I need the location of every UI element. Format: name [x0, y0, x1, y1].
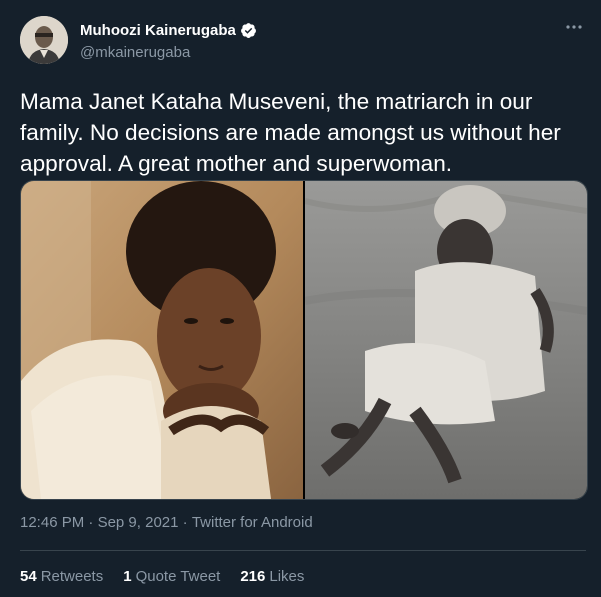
tweet-meta: 12:46 PM · Sep 9, 2021 · Twitter for And… [20, 514, 313, 531]
retweets-stat[interactable]: 54 Retweets [20, 568, 103, 585]
tweet-time[interactable]: 12:46 PM [20, 514, 84, 531]
quotes-label: Quote Tweet [135, 568, 221, 585]
retweets-count: 54 [20, 568, 37, 585]
tweet-source[interactable]: Twitter for Android [192, 514, 313, 531]
quotes-count: 1 [123, 568, 132, 585]
engagement-stats: 54 Retweets 1 Quote Tweet 216 Likes [20, 568, 304, 585]
more-options-icon[interactable] [563, 18, 585, 38]
likes-stat[interactable]: 216 Likes [240, 568, 304, 585]
retweets-label: Retweets [40, 568, 104, 585]
tweet-date[interactable]: Sep 9, 2021 [98, 514, 179, 531]
tweet-text: Mama Janet Kataha Museveni, the matriarc… [20, 89, 561, 176]
author-display-name[interactable]: Muhoozi Kainerugaba [80, 22, 236, 39]
divider [20, 550, 586, 551]
photo-seated-outdoors[interactable] [305, 181, 587, 499]
quote-tweets-stat[interactable]: 1 Quote Tweet [123, 568, 220, 585]
meta-separator: · [178, 514, 192, 531]
tweet: Muhoozi Kainerugaba @mkainerugaba Mama J… [0, 0, 601, 597]
photo-portrait[interactable] [21, 181, 303, 499]
verified-badge-icon [240, 22, 257, 39]
avatar[interactable] [20, 16, 68, 64]
likes-count: 216 [240, 568, 266, 585]
meta-separator: · [84, 514, 98, 531]
media-grid [20, 180, 588, 500]
author-name-row: Muhoozi Kainerugaba [80, 22, 257, 39]
author-handle[interactable]: @mkainerugaba [80, 44, 190, 61]
likes-label: Likes [269, 568, 305, 585]
